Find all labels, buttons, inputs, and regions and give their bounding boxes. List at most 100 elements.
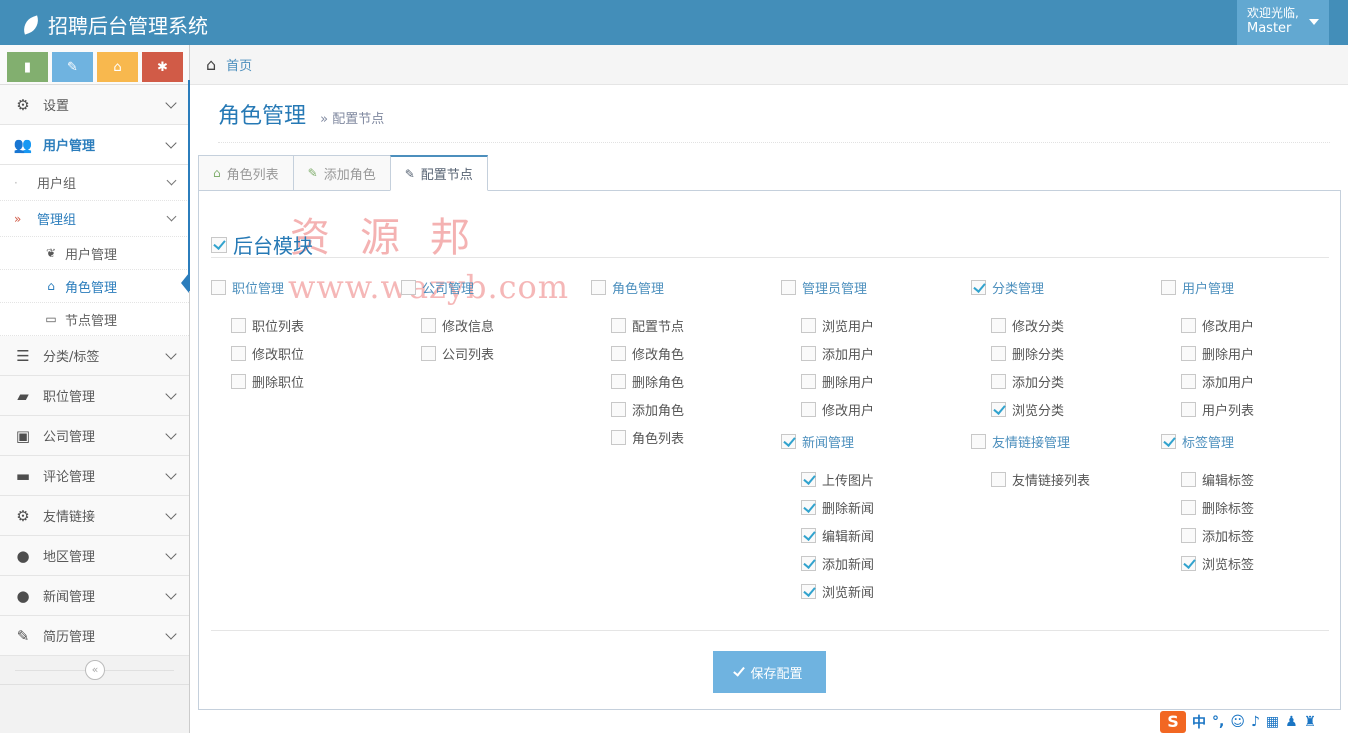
permission-checkbox[interactable]	[611, 317, 626, 333]
permission-checkbox[interactable]	[1181, 471, 1196, 487]
group-checkbox[interactable]	[401, 279, 416, 295]
ime-language[interactable]: 中	[1192, 712, 1206, 732]
permission-item[interactable]: 添加用户	[1181, 371, 1254, 391]
permission-item[interactable]: 浏览新闻	[801, 581, 874, 601]
permission-checkbox[interactable]	[1181, 527, 1196, 543]
brand[interactable]: 招聘后台管理系统	[20, 10, 208, 39]
sidebar-sub-manage-group[interactable]: » 管理组	[0, 201, 189, 237]
permission-item[interactable]: 修改职位	[231, 343, 304, 363]
permission-checkbox[interactable]	[801, 401, 816, 417]
group-checkbox[interactable]	[971, 279, 986, 295]
sidebar-item-resume[interactable]: ✎ 简历管理	[0, 616, 189, 656]
permission-checkbox[interactable]	[1181, 345, 1196, 361]
tab-role-list[interactable]: ⌂ 角色列表	[198, 155, 293, 191]
permission-checkbox[interactable]	[801, 317, 816, 333]
permission-checkbox[interactable]	[611, 345, 626, 361]
permission-checkbox[interactable]	[801, 583, 816, 599]
permission-item[interactable]: 删除用户	[801, 371, 874, 391]
punctuation-icon[interactable]: °,	[1212, 714, 1224, 730]
permission-checkbox[interactable]	[1181, 373, 1196, 389]
permission-item[interactable]: 添加分类	[991, 371, 1064, 391]
permission-item[interactable]: 添加角色	[611, 399, 684, 419]
permission-checkbox[interactable]	[801, 527, 816, 543]
permission-item[interactable]: 修改用户	[1181, 315, 1254, 335]
permission-checkbox[interactable]	[421, 317, 436, 333]
permission-checkbox[interactable]	[801, 471, 816, 487]
ime-logo-icon[interactable]: S	[1160, 710, 1186, 733]
breadcrumb-home-link[interactable]: 首页	[226, 55, 252, 74]
user-icon[interactable]: ♟	[1285, 714, 1298, 730]
shortcut-settings-button[interactable]: ✱	[142, 52, 183, 82]
sidebar-subsub-node-manage[interactable]: ▭ 节点管理	[0, 303, 189, 336]
permission-item[interactable]: 添加用户	[801, 343, 874, 363]
permission-item[interactable]: 删除角色	[611, 371, 684, 391]
permission-item[interactable]: 编辑新闻	[801, 525, 874, 545]
permission-checkbox[interactable]	[1181, 555, 1196, 571]
tab-add-role[interactable]: ✎ 添加角色	[292, 155, 390, 191]
module-checkbox[interactable]	[211, 236, 227, 253]
permission-item[interactable]: 添加标签	[1181, 525, 1254, 545]
permission-item[interactable]: 配置节点	[611, 315, 684, 335]
permission-item[interactable]: 修改角色	[611, 343, 684, 363]
permission-item[interactable]: 用户列表	[1181, 399, 1254, 419]
keyboard-icon[interactable]: ▦	[1266, 714, 1279, 730]
shortcut-home-button[interactable]: ⌂	[97, 52, 138, 82]
sidebar-item-category[interactable]: ☰ 分类/标签	[0, 336, 189, 376]
permission-item[interactable]: 修改分类	[991, 315, 1064, 335]
microphone-icon[interactable]: ♪	[1251, 714, 1260, 730]
permission-item[interactable]: 删除职位	[231, 371, 304, 391]
user-menu[interactable]: 欢迎光临, Master	[1237, 0, 1329, 45]
permission-item[interactable]: 删除新闻	[801, 497, 874, 517]
permission-checkbox[interactable]	[1181, 499, 1196, 515]
group-checkbox[interactable]	[781, 279, 796, 295]
sidebar-item-comment[interactable]: ▬ 评论管理	[0, 456, 189, 496]
skin-icon[interactable]: ♜	[1304, 714, 1317, 730]
group-checkbox[interactable]	[971, 433, 986, 449]
permission-item[interactable]: 职位列表	[231, 315, 304, 335]
sidebar-subsub-role-manage[interactable]: ⌂ 角色管理	[0, 270, 189, 303]
sidebar-subsub-user-manage[interactable]: ❦ 用户管理	[0, 237, 189, 270]
sidebar-item-news[interactable]: ● 新闻管理	[0, 576, 189, 616]
tab-config-node[interactable]: ✎ 配置节点	[389, 155, 488, 191]
permission-checkbox[interactable]	[611, 401, 626, 417]
sidebar-item-job[interactable]: ▰ 职位管理	[0, 376, 189, 416]
permission-item[interactable]: 删除用户	[1181, 343, 1254, 363]
permission-item[interactable]: 添加新闻	[801, 553, 874, 573]
sidebar-sub-user-group[interactable]: · 用户组	[0, 165, 189, 201]
permission-checkbox[interactable]	[991, 471, 1006, 487]
sidebar-item-user-manage[interactable]: 👥 用户管理	[0, 125, 189, 165]
group-checkbox[interactable]	[1161, 433, 1176, 449]
permission-checkbox[interactable]	[1181, 317, 1196, 333]
permission-item[interactable]: 修改信息	[421, 315, 494, 335]
save-config-button[interactable]: 保存配置	[713, 651, 826, 693]
permission-item[interactable]: 浏览标签	[1181, 553, 1254, 573]
permission-checkbox[interactable]	[801, 345, 816, 361]
emoji-icon[interactable]: ☺	[1230, 714, 1245, 730]
permission-checkbox[interactable]	[991, 345, 1006, 361]
permission-checkbox[interactable]	[801, 373, 816, 389]
permission-item[interactable]: 浏览用户	[801, 315, 874, 335]
permission-checkbox[interactable]	[231, 345, 246, 361]
permission-item[interactable]: 友情链接列表	[991, 469, 1090, 489]
sidebar-item-region[interactable]: ● 地区管理	[0, 536, 189, 576]
permission-checkbox[interactable]	[231, 317, 246, 333]
permission-item[interactable]: 角色列表	[611, 427, 684, 447]
permission-checkbox[interactable]	[991, 401, 1006, 417]
permission-item[interactable]: 删除分类	[991, 343, 1064, 363]
sidebar-item-settings[interactable]: ⚙ 设置	[0, 85, 189, 125]
permission-item[interactable]: 公司列表	[421, 343, 494, 363]
permission-checkbox[interactable]	[801, 555, 816, 571]
group-checkbox[interactable]	[781, 433, 796, 449]
group-checkbox[interactable]	[591, 279, 606, 295]
permission-item[interactable]: 编辑标签	[1181, 469, 1254, 489]
permission-item[interactable]: 删除标签	[1181, 497, 1254, 517]
permission-item[interactable]: 浏览分类	[991, 399, 1064, 419]
permission-checkbox[interactable]	[801, 499, 816, 515]
permission-checkbox[interactable]	[611, 373, 626, 389]
permission-checkbox[interactable]	[991, 373, 1006, 389]
shortcut-edit-button[interactable]: ✎	[52, 52, 93, 82]
permission-item[interactable]: 修改用户	[801, 399, 874, 419]
group-checkbox[interactable]	[211, 279, 226, 295]
permission-checkbox[interactable]	[231, 373, 246, 389]
shortcut-stats-button[interactable]: ▮	[7, 52, 48, 82]
